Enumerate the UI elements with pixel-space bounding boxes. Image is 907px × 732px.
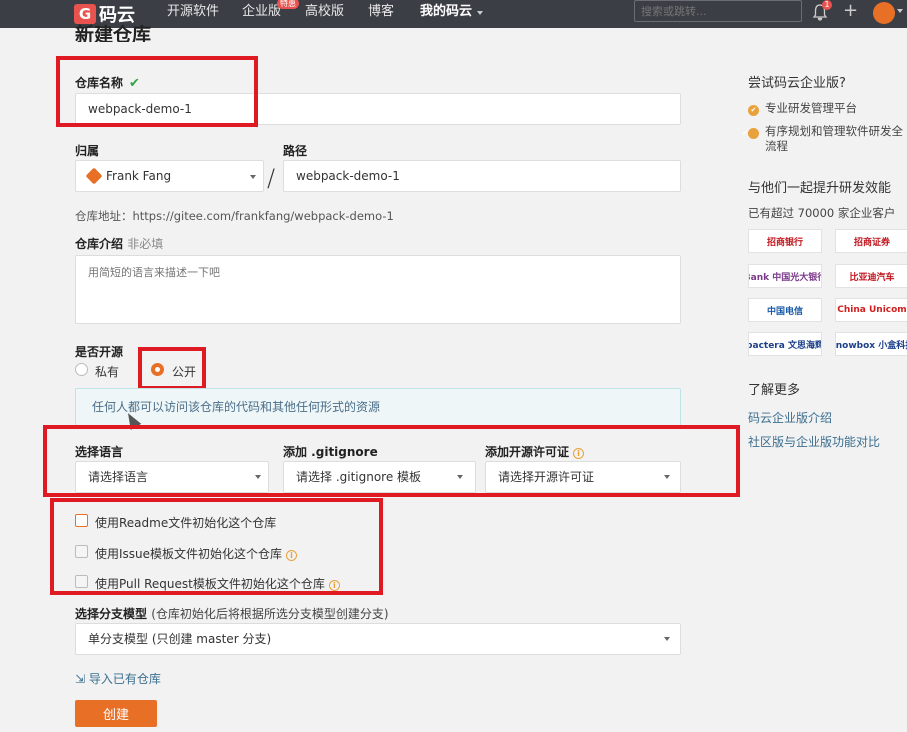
path-input[interactable]: webpack-demo-1 bbox=[283, 160, 681, 192]
customer-logo: Bank 中国光大银行 bbox=[748, 264, 822, 288]
public-info-box: 任何人都可以访问该仓库的代码和其他任何形式的资源 bbox=[75, 388, 681, 426]
search-input[interactable] bbox=[634, 0, 802, 22]
nav-open-source[interactable]: 开源软件 bbox=[167, 0, 219, 28]
import-icon: ⇲ bbox=[75, 672, 86, 686]
nav-my-gitee[interactable]: 我的码云 bbox=[420, 0, 472, 28]
customer-logo: 招商证券 bbox=[835, 229, 907, 253]
check-icon: ✔ bbox=[748, 105, 759, 116]
chevron-down-icon bbox=[477, 11, 483, 15]
path-label: 路径 bbox=[283, 144, 308, 158]
highlight-box bbox=[138, 347, 206, 390]
branch-select[interactable]: 单分支模型 (只创建 master 分支) bbox=[75, 623, 681, 655]
highlight-box bbox=[43, 425, 740, 497]
plus-icon[interactable]: + bbox=[843, 1, 858, 21]
open-source-label: 是否开源 bbox=[75, 345, 124, 359]
sidebar-customers: 已有超过 70000 家企业客户 bbox=[748, 206, 896, 220]
customer-logo: 比亚迪汽车 bbox=[835, 264, 907, 288]
intro-textarea[interactable] bbox=[75, 255, 681, 324]
avatar[interactable] bbox=[873, 2, 895, 24]
customer-logo: 招商银行 bbox=[748, 229, 822, 253]
notification-badge: 1 bbox=[822, 0, 832, 10]
owner-select[interactable]: Frank Fang bbox=[75, 160, 264, 192]
branch-label: 选择分支模型 (仓库初始化后将根据所选分支模型创建分支) bbox=[75, 607, 389, 621]
customer-logo: knowbox 小盒科技 bbox=[835, 332, 907, 356]
hot-badge: 特惠 bbox=[277, 0, 299, 9]
create-button[interactable]: 创建 bbox=[75, 700, 157, 727]
sidebar-feature-1: ✔ 专业研发管理平台 bbox=[748, 101, 857, 116]
logo-icon: G bbox=[74, 4, 96, 24]
sidebar-more-title: 了解更多 bbox=[748, 383, 801, 398]
intro-label: 仓库介绍 非必填 bbox=[75, 237, 164, 251]
chevron-down-icon bbox=[897, 9, 903, 13]
nav-enterprise[interactable]: 企业版 bbox=[242, 0, 281, 28]
customer-logo: pactera 文思海辉 bbox=[748, 332, 822, 356]
radio-private[interactable] bbox=[75, 363, 88, 376]
sidebar-together-title: 与他们一起提升研发效能 bbox=[748, 181, 892, 196]
nav-education[interactable]: 高校版 bbox=[305, 0, 344, 28]
sidebar-link-compare[interactable]: 社区版与企业版功能对比 bbox=[748, 433, 880, 450]
highlight-box bbox=[50, 498, 383, 595]
chevron-down-icon bbox=[250, 175, 256, 179]
import-repo-link[interactable]: ⇲ 导入已有仓库 bbox=[75, 670, 161, 687]
customer-logo: China Unicom bbox=[835, 298, 907, 322]
user-icon bbox=[85, 167, 103, 185]
highlight-box bbox=[56, 56, 258, 127]
sidebar-feature-2: ✔ 有序规划和管理软件研发全流程 bbox=[742, 124, 903, 153]
repo-url: 仓库地址：https://gitee.com/frankfang/webpack… bbox=[75, 209, 394, 223]
chevron-down-icon bbox=[664, 637, 670, 641]
customer-logo: 中国电信 bbox=[748, 298, 822, 322]
owner-label: 归属 bbox=[75, 144, 100, 158]
page-title: 新建仓库 bbox=[75, 24, 152, 42]
path-separator: / bbox=[267, 164, 276, 192]
check-icon: ✔ bbox=[742, 128, 759, 139]
sidebar-link-enterprise[interactable]: 码云企业版介绍 bbox=[748, 409, 832, 426]
private-label: 私有 bbox=[95, 365, 120, 379]
sidebar-try-title: 尝试码云企业版? bbox=[748, 76, 846, 91]
nav-blog[interactable]: 博客 bbox=[368, 0, 394, 28]
